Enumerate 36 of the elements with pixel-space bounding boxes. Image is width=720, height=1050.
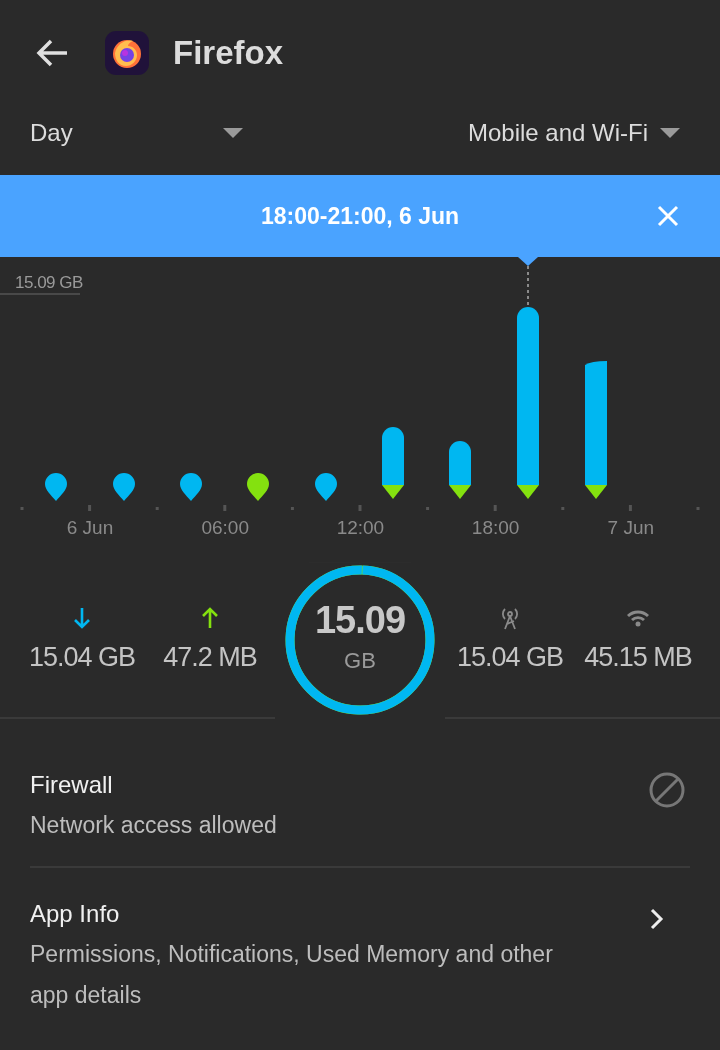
setting-title: Firewall — [30, 771, 114, 799]
usage-pin[interactable] — [247, 473, 269, 501]
app-title: Firefox — [173, 33, 284, 72]
x-axis-label: 18:00 — [471, 517, 520, 538]
usage-pin[interactable] — [113, 473, 135, 501]
settings-item[interactable]: Firewall Network access allowed — [30, 757, 690, 866]
x-axis-label: 06:00 — [201, 517, 249, 538]
blocked-icon — [648, 771, 686, 809]
setting-description: Network access allowed — [30, 811, 277, 840]
usage-value: 15.04 GB — [456, 642, 564, 673]
max-value-label: 15.09 GB — [15, 273, 83, 292]
x-axis-label: 7 Jun — [607, 517, 655, 538]
caret-icon — [222, 127, 243, 138]
setting-description: Permissions, Notifications, Used Memory and other app details — [30, 940, 554, 1010]
usage-bar[interactable] — [585, 361, 607, 499]
usage-bar[interactable] — [517, 307, 539, 499]
dropdown[interactable]: Mobile and Wi-Fi — [467, 118, 680, 147]
settings-item[interactable]: App Info Permissions, Notifications, Used Memory and other app details — [30, 866, 690, 1036]
usage-value: 45.15 MB — [584, 642, 692, 673]
total-usage: 15.09 — [314, 599, 406, 642]
setting-title: App Info — [30, 900, 121, 928]
usage-pin[interactable] — [45, 473, 67, 501]
usage-bar[interactable] — [449, 441, 471, 499]
usage-pin[interactable] — [315, 473, 337, 501]
selection-range: 18:00-21:00, 6 Jun — [260, 202, 460, 230]
total-unit: GB — [344, 648, 376, 674]
caret-icon — [660, 127, 680, 138]
usage-value: 15.04 GB — [28, 642, 136, 673]
dropdown[interactable]: Day — [30, 118, 243, 147]
x-axis-label: 6 Jun — [66, 517, 114, 538]
app-icon — [105, 30, 149, 75]
back-arrow-icon — [35, 37, 69, 68]
usage-bar[interactable] — [382, 427, 404, 499]
usage-value: 47.2 MB — [163, 642, 257, 673]
usage-pin[interactable] — [180, 473, 202, 501]
x-axis-label: 12:00 — [336, 517, 385, 538]
